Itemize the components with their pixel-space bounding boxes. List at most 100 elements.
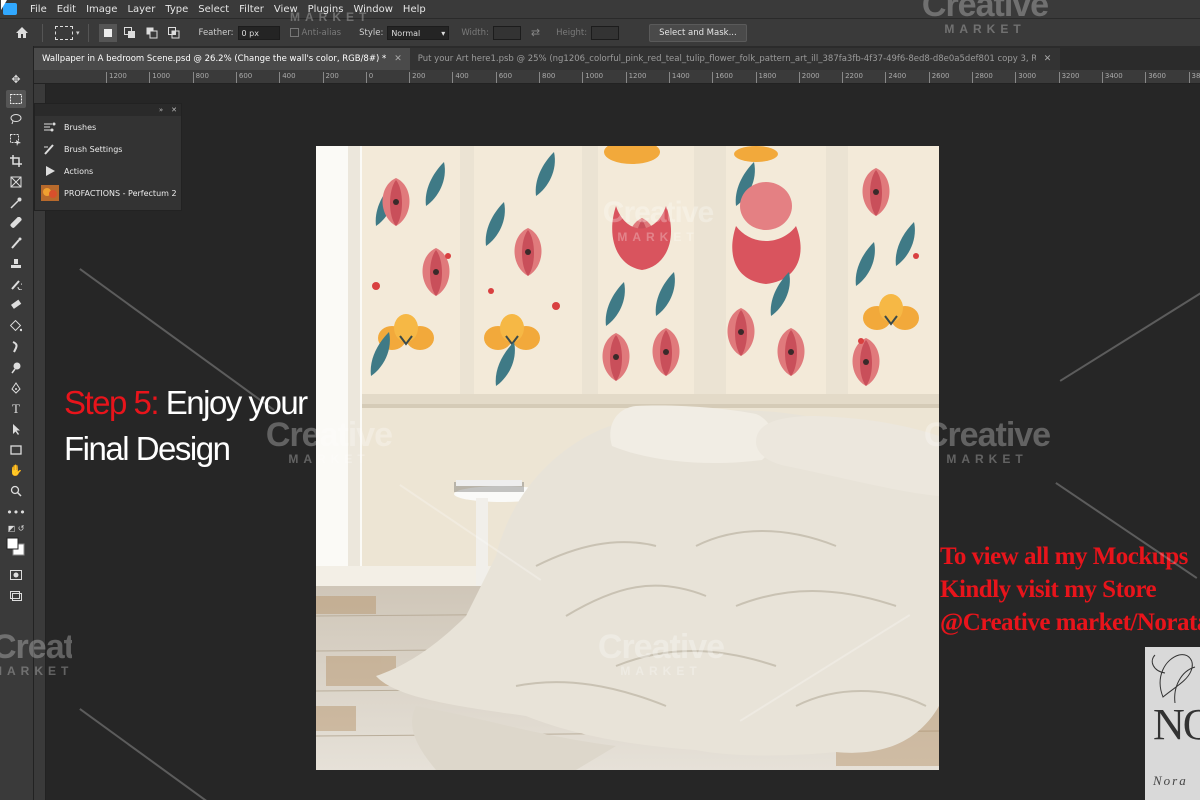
width-input[interactable] [492,25,521,40]
ruler-tick-label: 2200 [842,72,863,83]
more-tools-icon[interactable]: ••• [6,503,26,521]
height-input[interactable] [591,25,620,40]
quick-mask-icon[interactable] [6,566,26,584]
ruler-tick-label: 2000 [798,72,820,83]
add-to-selection-icon[interactable] [121,24,139,42]
step-number: Step 5: [64,384,160,421]
document-tab-inactive[interactable]: Put your Art here1.psb @ 25% (ng1206_col… [409,48,1060,70]
zoom-tool-icon[interactable] [6,482,26,500]
photoshop-logo-icon[interactable] [1,0,19,16]
panel-item-brush-settings[interactable]: Brush Settings [35,138,181,160]
anti-alias-checkbox[interactable] [289,28,299,37]
color-swatches-icon[interactable] [6,536,26,558]
menu-filter[interactable]: Filter [234,4,269,15]
ruler-tick-label: 800 [192,72,209,83]
object-selection-tool-icon[interactable] [6,131,26,149]
healing-brush-tool-icon[interactable] [6,214,26,232]
document-tab-active[interactable]: Wallpaper in A bedroom Scene.psd @ 26.2%… [34,48,410,70]
path-selection-tool-icon[interactable] [6,420,26,438]
expand-panels-icon[interactable]: » [159,106,163,114]
panel-item-actions[interactable]: Actions [35,160,181,182]
clone-stamp-tool-icon[interactable] [6,255,26,273]
lasso-tool-icon[interactable] [6,110,26,128]
bedroom-mockup-image [316,146,939,770]
divider [87,23,89,42]
ruler-tick-label: 1400 [668,72,690,83]
intersect-selection-icon[interactable] [165,24,183,42]
move-tool-icon[interactable]: ✥ [6,70,26,88]
type-tool-icon[interactable]: T [6,400,26,418]
close-icon[interactable]: ✕ [1044,54,1052,64]
menu-type[interactable]: Type [160,4,193,15]
menu-edit[interactable]: Edit [52,4,81,15]
panel-item-label: PROFACTIONS - Perfectum 2 [64,188,177,198]
close-icon[interactable]: ✕ [171,106,177,114]
ruler-tick-label: 3800 [1188,72,1200,83]
frame-tool-icon[interactable] [6,173,26,191]
options-bar: ▾ Feather: 0 px Anti-alias Style: Normal… [0,18,1200,46]
panel-item-brushes[interactable]: Brushes [35,116,181,138]
paint-bucket-tool-icon[interactable] [6,317,26,335]
feather-label: Feather: [198,27,234,38]
rectangular-marquee-preset-icon[interactable] [55,25,73,40]
menu-plugins[interactable]: Plugins [303,4,349,15]
menu-bar: File Edit Image Layer Type Select Filter… [0,0,1200,18]
panel-item-label: Brush Settings [64,144,123,154]
menu-file[interactable]: File [25,4,52,15]
crop-tool-icon[interactable] [6,152,26,170]
watermark-line [79,708,259,800]
swap-colors-icon[interactable]: ◩ ↺ [6,522,26,534]
style-select[interactable]: Normal ▾ [387,25,450,40]
horizontal-ruler[interactable]: 1200 1000 800 600 400 200 0 200 400 600 800 1000 120… [34,70,1200,84]
watermark-line [1059,290,1200,382]
brush-tool-icon[interactable] [6,234,26,252]
rectangular-marquee-tool-icon[interactable] [6,90,26,108]
ruler-tick-label: 600 [235,72,252,83]
eraser-tool-icon[interactable] [6,296,26,314]
menu-window[interactable]: Window [348,4,397,15]
feather-input[interactable]: 0 px [237,25,280,40]
step-caption: Step 5: Enjoy your Final Design [64,380,308,472]
ruler-tick-label: 400 [279,72,296,83]
document-canvas[interactable] [316,146,939,770]
home-icon[interactable] [10,21,34,45]
smudge-tool-icon[interactable] [6,338,26,356]
chevron-down-icon[interactable]: ▾ [76,29,80,37]
pen-tool-icon[interactable] [6,379,26,397]
chevron-down-icon: ▾ [441,28,446,38]
watermark: CreativeMARKET [923,416,1051,466]
anti-alias-label: Anti-alias [301,27,342,38]
swap-arrows-icon[interactable]: ⇄ [531,26,540,39]
ruler-tick-label: 3200 [1058,72,1079,83]
store-line-3: @Creative market/Noratar [940,609,1200,636]
close-icon[interactable]: ✕ [394,54,402,64]
ruler-tick-label: 0 [365,72,373,83]
ruler-tick-label: 2600 [928,72,950,83]
menu-help[interactable]: Help [398,4,431,15]
ruler-tick-label: 2400 [885,72,906,83]
rectangle-tool-icon[interactable] [6,441,26,459]
menu-image[interactable]: Image [81,4,122,15]
step-title-line1: Enjoy your [158,384,308,421]
new-selection-icon[interactable] [98,23,117,42]
select-and-mask-button[interactable]: Select and Mask... [649,23,747,42]
menu-view[interactable]: View [269,4,303,15]
panel-item-label: Actions [64,166,94,176]
divider [42,23,43,42]
dodge-tool-icon[interactable] [6,359,26,377]
history-brush-tool-icon[interactable] [6,275,26,293]
panel-item-profactions[interactable]: PROFACTIONS - Perfectum 2 [35,182,181,204]
panel-header[interactable]: » ✕ [35,104,181,116]
hand-tool-icon[interactable]: ✋ [6,461,26,479]
menu-select[interactable]: Select [193,4,234,15]
ruler-tick-label: 1800 [755,72,776,83]
menu-layer[interactable]: Layer [122,4,160,15]
collapsed-panels-dock: » ✕ Brushes Brush Settings Actions PROFA… [34,103,182,211]
ruler-tick-label: 200 [322,72,339,83]
ruler-tick-label: 1000 [582,72,603,83]
subtract-from-selection-icon[interactable] [143,24,161,42]
screen-mode-icon[interactable] [6,587,26,605]
tools-panel: ✥ T ✋ ••• ◩ ↺ [0,46,34,800]
tab-label: Put your Art here1.psb @ 25% (ng1206_col… [417,54,1036,64]
eyedropper-tool-icon[interactable] [6,194,26,212]
